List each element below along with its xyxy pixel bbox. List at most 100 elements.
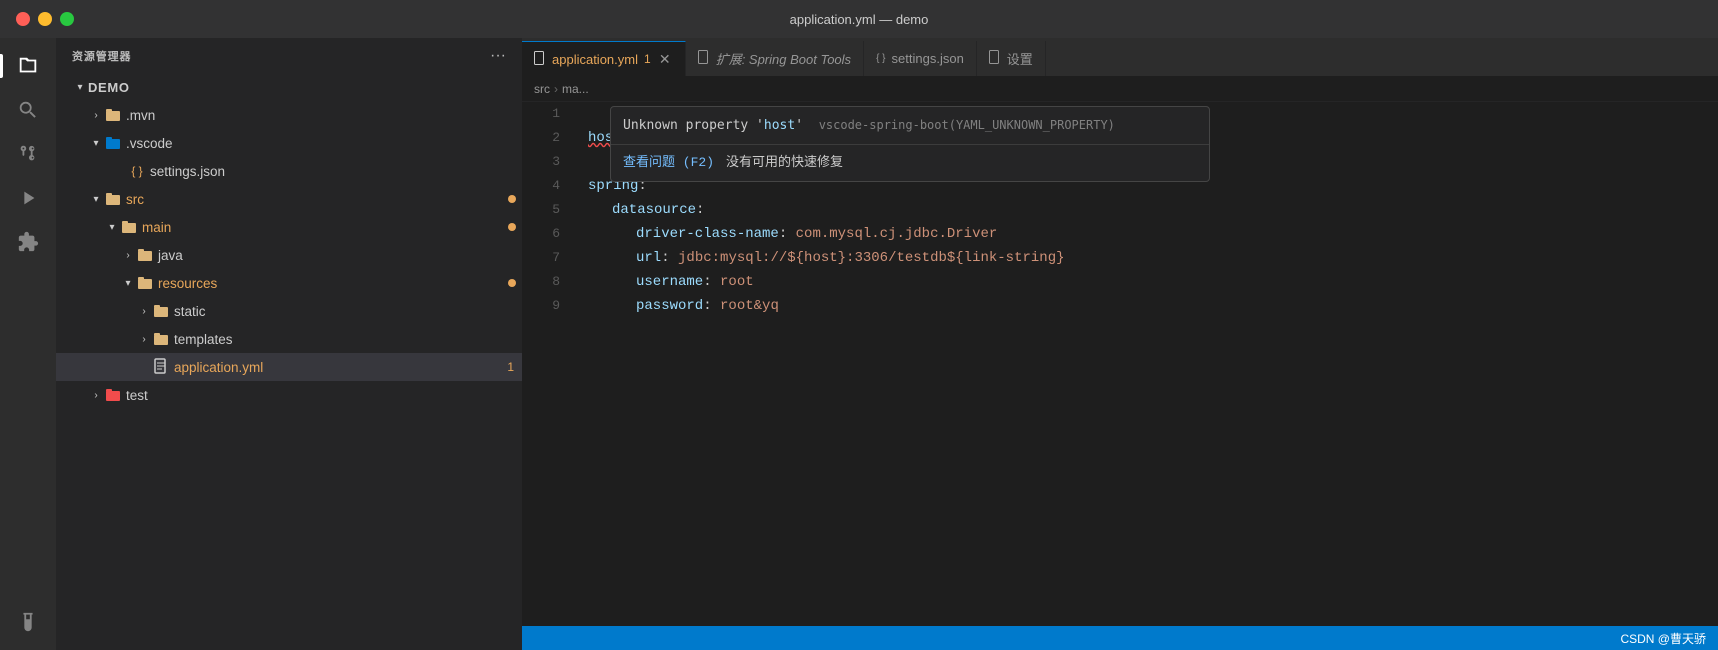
arrow-icon: ▾ — [88, 138, 104, 149]
close-button[interactable] — [16, 12, 30, 26]
breadcrumb: src › ma... — [522, 76, 1718, 102]
tree-item-src[interactable]: ▾ src — [56, 185, 522, 213]
minimize-button[interactable] — [38, 12, 52, 26]
tab-spring-boot-label: 扩展: Spring Boot Tools — [716, 49, 851, 68]
tab-close-button[interactable]: ✕ — [657, 51, 673, 67]
templates-label: templates — [174, 332, 522, 347]
run-activity-icon[interactable] — [8, 178, 48, 218]
java-label: java — [158, 248, 522, 263]
demo-label: DEMO — [88, 80, 522, 95]
breadcrumb-sep: › — [554, 82, 558, 96]
tab-application-yml[interactable]: application.yml 1 ✕ — [522, 41, 686, 76]
code-token-colon-6: : — [779, 222, 796, 246]
activity-bar — [0, 38, 56, 650]
main-folder-icon — [120, 218, 138, 237]
code-line-5: datasource: — [588, 198, 1718, 222]
arrow-icon: ▾ — [104, 222, 120, 233]
line-num-4: 4 — [538, 174, 560, 198]
code-token-password: password — [636, 294, 703, 318]
hover-prop-name: host — [764, 118, 795, 133]
line-num-7: 7 — [538, 246, 560, 270]
tab-settings-json[interactable]: { } settings.json — [864, 41, 977, 76]
yaml-file-icon — [152, 358, 170, 377]
vscode-folder-icon — [104, 134, 122, 153]
tab-spring-boot-tools[interactable]: 扩展: Spring Boot Tools — [686, 41, 864, 76]
arrow-icon: › — [136, 306, 152, 317]
tree-item-main[interactable]: ▾ main — [56, 213, 522, 241]
code-token-colon-9: : — [703, 294, 720, 318]
tree-item-static[interactable]: › static — [56, 297, 522, 325]
test-label: test — [126, 388, 522, 403]
tab-settings-json-label: settings.json — [892, 51, 964, 66]
tree-item-mvn[interactable]: › .mvn — [56, 101, 522, 129]
code-line-8: username: root — [588, 270, 1718, 294]
line-num-1: 1 — [538, 102, 560, 126]
templates-folder-icon — [152, 330, 170, 349]
sidebar: 资源管理器 ··· ▾ DEMO › .mvn ▾ — [56, 38, 522, 650]
tree-item-vscode[interactable]: ▾ .vscode — [56, 129, 522, 157]
code-token-username: username — [636, 270, 703, 294]
tab-badge: 1 — [644, 52, 651, 66]
maximize-button[interactable] — [60, 12, 74, 26]
arrow-icon: ▾ — [120, 278, 136, 289]
json-tab-icon: { } — [876, 53, 885, 64]
tree-item-settings-json[interactable]: { } settings.json — [56, 157, 522, 185]
mvn-label: .mvn — [126, 108, 522, 123]
json-file-icon: { } — [128, 164, 146, 178]
arrow-icon: › — [88, 390, 104, 401]
search-activity-icon[interactable] — [8, 90, 48, 130]
tree-item-java[interactable]: › java — [56, 241, 522, 269]
tree-item-demo[interactable]: ▾ DEMO — [56, 73, 522, 101]
settings-json-label: settings.json — [150, 164, 522, 179]
arrow-icon: ▾ — [88, 194, 104, 205]
resources-folder-icon — [136, 274, 154, 293]
hover-error-code: vscode-spring-boot(YAML_UNKNOWN_PROPERTY… — [819, 118, 1115, 132]
resources-label: resources — [158, 276, 333, 291]
tree-item-test[interactable]: › test — [56, 381, 522, 409]
code-token-password-val: root&yq — [720, 294, 779, 318]
tab-application-yml-label: application.yml — [552, 52, 638, 67]
tree-item-application-yml[interactable]: application.yml 1 — [56, 353, 522, 381]
hover-no-fix-label: 没有可用的快速修复 — [726, 151, 843, 175]
code-line-7: url: jdbc:mysql://${host}:3306/testdb${l… — [588, 246, 1718, 270]
tree-item-resources[interactable]: ▾ resources — [56, 269, 522, 297]
hover-view-problem-button[interactable]: 查看问题 (F2) — [623, 151, 714, 175]
tree-item-templates[interactable]: › templates — [56, 325, 522, 353]
application-yml-badge: 1 — [507, 360, 514, 374]
tab-settings[interactable]: 设置 — [977, 41, 1046, 76]
arrow-icon: › — [136, 334, 152, 345]
breadcrumb-src: src — [534, 82, 550, 96]
status-credit: CSDN @曹天骄 — [1620, 630, 1706, 647]
static-label: static — [174, 304, 522, 319]
flask-activity-icon[interactable] — [8, 602, 48, 642]
test-folder-icon — [104, 386, 122, 405]
line-num-8: 8 — [538, 270, 560, 294]
doc-tab-icon — [698, 50, 710, 67]
line-num-3: 3 — [538, 150, 560, 174]
sidebar-more-button[interactable]: ··· — [490, 47, 506, 65]
main-layout: 资源管理器 ··· ▾ DEMO › .mvn ▾ — [0, 38, 1718, 650]
yaml-tab-icon — [534, 51, 546, 68]
java-folder-icon — [136, 246, 154, 265]
source-control-activity-icon[interactable] — [8, 134, 48, 174]
extensions-activity-icon[interactable] — [8, 222, 48, 262]
src-folder-icon — [104, 190, 122, 209]
vscode-label: .vscode — [126, 136, 522, 151]
sidebar-header: 资源管理器 ··· — [56, 38, 522, 73]
breadcrumb-main: ma... — [562, 82, 589, 96]
main-modified-dot — [508, 223, 516, 231]
line-num-5: 5 — [538, 198, 560, 222]
traffic-lights — [16, 12, 74, 26]
file-tree: ▾ DEMO › .mvn ▾ .vscode — [56, 73, 522, 650]
editor-content[interactable]: Unknown property 'host' vscode-spring-bo… — [522, 102, 1718, 626]
status-bar: CSDN @曹天骄 — [522, 626, 1718, 650]
hover-popup-actions: 查看问题 (F2) 没有可用的快速修复 — [611, 145, 1209, 181]
mvn-folder-icon — [104, 106, 122, 125]
line-num-6: 6 — [538, 222, 560, 246]
code-line-6: driver-class-name: com.mysql.cj.jdbc.Dri… — [588, 222, 1718, 246]
code-token-colon-8: : — [703, 270, 720, 294]
files-activity-icon[interactable] — [8, 46, 48, 86]
editor-area: application.yml 1 ✕ 扩展: Spring Boot Tool… — [522, 38, 1718, 650]
line-num-2: 2 — [538, 126, 560, 150]
window-title: application.yml — demo — [790, 12, 929, 27]
